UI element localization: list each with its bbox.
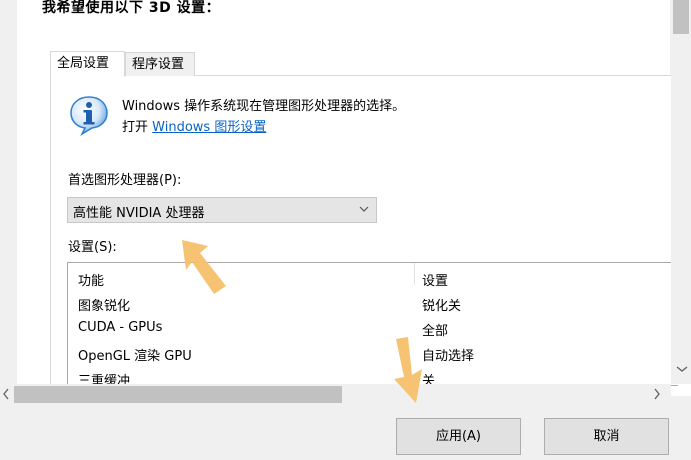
feature-value: 锐化关 [422, 299, 462, 314]
chevron-down-icon [359, 206, 369, 212]
info-open-prefix: 打开 [122, 120, 149, 135]
column-header-feature[interactable]: 功能 [78, 270, 104, 289]
feature-name: 图象锐化 [78, 299, 131, 314]
apply-button[interactable]: 应用(A) [396, 418, 521, 455]
scroll-down-icon[interactable] [675, 364, 689, 374]
preferred-gpu-value: 高性能 NVIDIA 处理器 [73, 206, 205, 221]
tab-program-settings[interactable]: 程序设置 [125, 52, 195, 76]
scroll-left-icon[interactable] [1, 387, 11, 401]
hint-arrow-icon [182, 240, 226, 294]
windows-graphics-settings-link[interactable]: Windows 图形设置 [152, 120, 266, 135]
table-row[interactable]: CUDA - GPUs 全部 [68, 316, 668, 341]
preferred-gpu-label: 首选图形处理器(P): [68, 173, 182, 188]
info-open-line: 打开 Windows 图形设置 [122, 116, 266, 135]
info-icon [70, 96, 108, 136]
page-title: 我希望使用以下 3D 设置： [42, 0, 221, 16]
settings-label: 设置(S): [68, 240, 117, 255]
table-row[interactable]: OpenGL 渲染 GPU 自动选择 [68, 341, 668, 366]
vertical-scrollbar[interactable] [671, 0, 691, 384]
preferred-gpu-dropdown[interactable]: 高性能 NVIDIA 处理器 [67, 197, 377, 223]
vertical-scroll-thumb[interactable] [673, 0, 689, 34]
feature-name: OpenGL 渲染 GPU [78, 349, 192, 364]
hint-arrow-icon [394, 337, 422, 403]
tab-global-settings[interactable]: 全局设置 [50, 51, 125, 77]
horizontal-scrollbar[interactable] [0, 384, 671, 404]
table-row[interactable]: 三重缓冲 关 [68, 366, 668, 385]
cancel-button[interactable]: 取消 [544, 418, 669, 455]
horizontal-scroll-thumb[interactable] [14, 386, 342, 403]
scroll-right-icon[interactable] [652, 387, 662, 401]
list-header: 功能 设置 [68, 266, 668, 291]
settings-list[interactable]: 功能 设置 图象锐化 锐化关 CUDA - GPUs 全部 OpenGL 渲染 … [67, 262, 678, 386]
table-row[interactable]: 图象锐化 锐化关 [68, 291, 668, 316]
info-message: Windows 操作系统现在管理图形处理器的选择。 [122, 99, 406, 114]
column-header-setting[interactable]: 设置 [422, 270, 448, 289]
feature-name: CUDA - GPUs [78, 320, 163, 335]
